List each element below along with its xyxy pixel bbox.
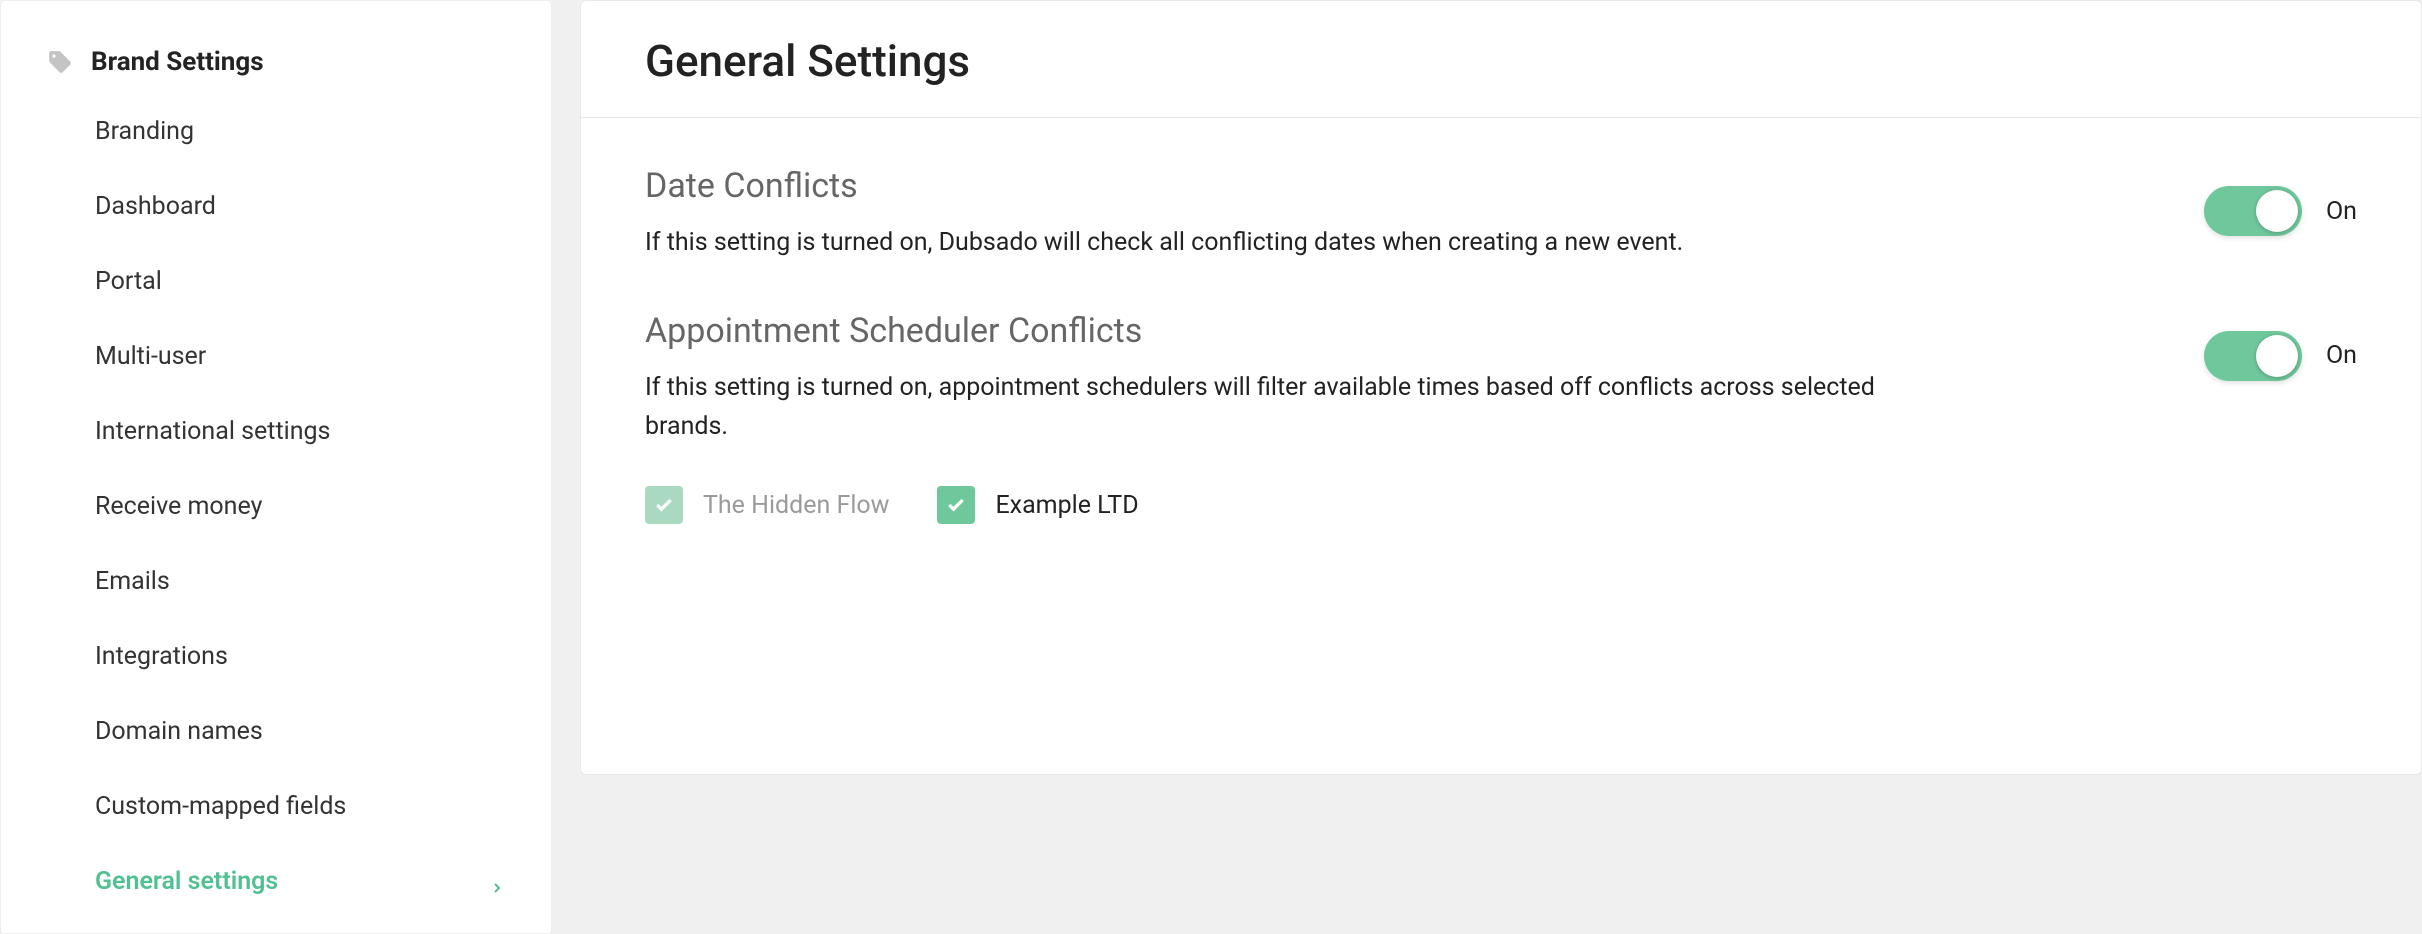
sidebar-header: Brand Settings [47,47,521,77]
sidebar-list: Branding Dashboard Portal Multi-user Int… [47,117,521,896]
sidebar-item-dashboard[interactable]: Dashboard [95,192,521,221]
sidebar-item-international-settings[interactable]: International settings [95,417,521,446]
toggle-label: On [2326,341,2357,370]
sidebar-item-label: Receive money [95,492,262,521]
sidebar-item-label: General settings [95,867,278,896]
sidebar-item-label: International settings [95,417,330,446]
brand-checkbox-hidden-flow: The Hidden Flow [645,486,889,524]
sidebar-item-emails[interactable]: Emails [95,567,521,596]
sidebar-title: Brand Settings [91,47,264,77]
tag-icon [47,49,73,75]
setting-appointment-scheduler-conflicts: Appointment Scheduler Conflicts If this … [645,311,2357,525]
sidebar-item-label: Emails [95,567,170,596]
check-icon [946,495,966,515]
sidebar-item-branding[interactable]: Branding [95,117,521,146]
chevron-right-icon [489,874,505,890]
brands-row: The Hidden Flow Example LTD [645,486,1945,524]
brand-label: Example LTD [995,491,1138,520]
toggle-date-conflicts[interactable] [2204,186,2302,236]
toggle-appointment-scheduler-conflicts[interactable] [2204,331,2302,381]
sidebar-item-receive-money[interactable]: Receive money [95,492,521,521]
main-content: General Settings Date Conflicts If this … [552,0,2422,934]
sidebar-item-multi-user[interactable]: Multi-user [95,342,521,371]
setting-text: Date Conflicts If this setting is turned… [645,166,1945,263]
sidebar-item-label: Domain names [95,717,263,746]
settings-sidebar: Brand Settings Branding Dashboard Portal… [0,0,552,934]
setting-heading: Appointment Scheduler Conflicts [645,311,1945,351]
sidebar-item-portal[interactable]: Portal [95,267,521,296]
sidebar-item-label: Portal [95,267,162,296]
toggle-knob [2256,190,2298,232]
general-settings-card: General Settings Date Conflicts If this … [580,0,2422,775]
toggle-wrap: On [2204,311,2357,381]
toggle-knob [2256,335,2298,377]
setting-description: If this setting is turned on, appointmen… [645,369,1945,447]
setting-text: Appointment Scheduler Conflicts If this … [645,311,1945,525]
sidebar-item-label: Dashboard [95,192,216,221]
sidebar-item-label: Custom-mapped fields [95,792,346,821]
sidebar-item-custom-mapped-fields[interactable]: Custom-mapped fields [95,792,521,821]
sidebar-item-label: Multi-user [95,342,206,371]
setting-date-conflicts: Date Conflicts If this setting is turned… [645,166,2357,263]
checkbox[interactable] [937,486,975,524]
brand-checkbox-example-ltd: Example LTD [937,486,1138,524]
sidebar-item-general-settings[interactable]: General settings [95,867,521,896]
check-icon [654,495,674,515]
toggle-wrap: On [2204,166,2357,236]
setting-description: If this setting is turned on, Dubsado wi… [645,224,1945,263]
checkbox [645,486,683,524]
toggle-label: On [2326,197,2357,226]
card-body: Date Conflicts If this setting is turned… [581,118,2421,572]
setting-heading: Date Conflicts [645,166,1945,206]
sidebar-item-domain-names[interactable]: Domain names [95,717,521,746]
sidebar-item-label: Integrations [95,642,228,671]
sidebar-item-label: Branding [95,117,194,146]
page-title: General Settings [581,1,2421,118]
brand-label: The Hidden Flow [703,491,889,520]
sidebar-item-integrations[interactable]: Integrations [95,642,521,671]
